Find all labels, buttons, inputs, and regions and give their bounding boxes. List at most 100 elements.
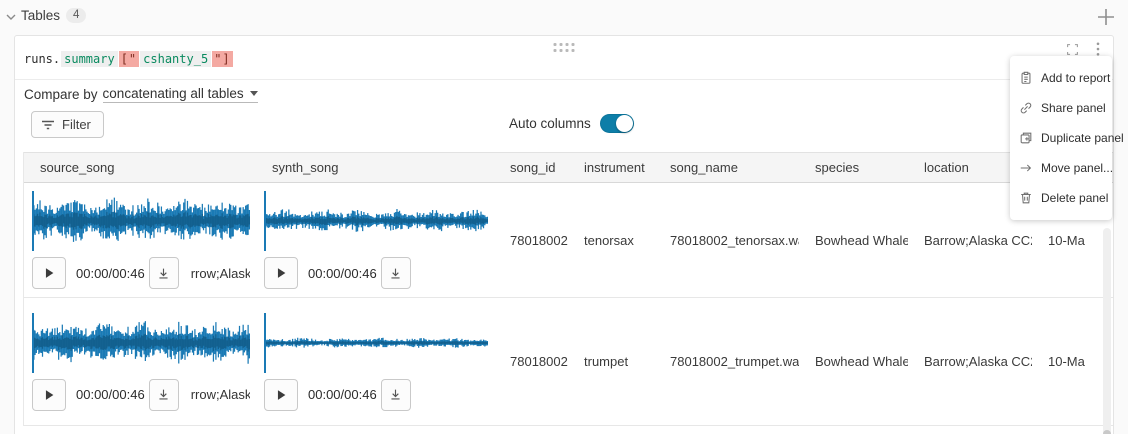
section-title[interactable]: Tables	[21, 8, 60, 23]
play-icon	[42, 266, 56, 280]
waveform[interactable]	[264, 313, 488, 373]
playback-cursor	[264, 191, 266, 251]
auto-columns-toggle[interactable]	[600, 114, 634, 133]
play-button[interactable]	[32, 257, 66, 289]
panel-count-badge: 4	[66, 8, 86, 23]
filter-label: Filter	[62, 117, 91, 132]
column-header-synth-song[interactable]: synth_song	[256, 153, 494, 182]
waveform-graphic	[32, 313, 250, 373]
cell-species: Bowhead Whale	[799, 183, 908, 297]
waveform-graphic	[32, 191, 250, 251]
compare-dropdown[interactable]: concatenating all tables	[103, 86, 258, 103]
audio-player-synth: 00:00/00:46	[256, 298, 494, 425]
column-header-song-id[interactable]: song_id	[494, 153, 568, 182]
query-string: cshanty_5	[140, 51, 211, 67]
toggle-knob	[616, 115, 633, 132]
filter-button[interactable]: Filter	[31, 111, 104, 138]
audio-player-source: 00:00/00:46 rrow;Alaska CC	[24, 183, 256, 297]
waveform-graphic	[264, 191, 488, 251]
workspace-section: Tables 4 runs.summary["cshanty_5"] Compa…	[0, 0, 1128, 434]
data-table: source_song synth_song song_id instrumen…	[23, 152, 1113, 426]
menu-item-label: Add to report	[1041, 71, 1110, 85]
audio-player-synth: 00:00/00:46	[256, 183, 494, 297]
download-icon	[389, 388, 402, 401]
audio-caption: rrow;Alaska CC	[191, 387, 250, 402]
cell-song-id: 78018002	[494, 183, 568, 297]
play-button[interactable]	[32, 379, 66, 411]
column-header-instrument[interactable]: instrument	[568, 153, 654, 182]
cell-location: Barrow;Alaska CC2A	[908, 298, 1032, 425]
column-header-source-song[interactable]: source_song	[24, 153, 256, 182]
compare-value: concatenating all tables	[103, 86, 244, 101]
menu-item-label: Delete panel	[1041, 191, 1108, 205]
download-button[interactable]	[381, 257, 411, 289]
kebab-icon	[1096, 42, 1100, 56]
divider	[15, 79, 1113, 80]
audio-time: 00:00/00:46	[76, 266, 145, 281]
table-header-row: source_song synth_song song_id instrumen…	[24, 152, 1113, 183]
table-row: 00:00/00:46 rrow;Alaska CC 00:00/00:46	[24, 298, 1113, 426]
compare-label: Compare by	[24, 87, 98, 102]
panel-query[interactable]: runs.summary["cshanty_5"]	[24, 51, 233, 67]
cell-song-name: 78018002_trumpet.wav	[654, 298, 799, 425]
cell-song-id: 78018002	[494, 298, 568, 425]
audio-caption: rrow;Alaska CC	[191, 266, 250, 281]
audio-controls: 00:00/00:46	[264, 257, 488, 289]
playback-cursor	[264, 313, 266, 373]
download-icon	[157, 388, 170, 401]
waveform[interactable]	[264, 191, 488, 251]
chevron-down-icon[interactable]	[5, 11, 17, 23]
waveform[interactable]	[32, 191, 250, 251]
drag-handle-icon[interactable]	[554, 43, 575, 52]
cell-instrument: trumpet	[568, 298, 654, 425]
menu-item-label: Move panel...	[1041, 161, 1113, 175]
download-button[interactable]	[149, 379, 179, 411]
cell-instrument: tenorsax	[568, 183, 654, 297]
menu-item-move-panel[interactable]: Move panel...	[1010, 153, 1112, 183]
menu-item-duplicate-panel[interactable]: Duplicate panel	[1010, 123, 1112, 153]
scrollbar-thumb[interactable]	[1103, 430, 1111, 434]
menu-item-share-panel[interactable]: Share panel	[1010, 93, 1112, 123]
menu-item-label: Duplicate panel	[1041, 131, 1124, 145]
fullscreen-icon	[1066, 43, 1079, 56]
query-keyword: summary	[61, 51, 118, 67]
audio-time: 00:00/00:46	[76, 387, 145, 402]
audio-controls: 00:00/00:46 rrow;Alaska CC	[32, 379, 250, 411]
caret-down-icon	[250, 91, 258, 96]
menu-item-delete-panel[interactable]: Delete panel	[1010, 183, 1112, 213]
audio-player-source: 00:00/00:46 rrow;Alaska CC	[24, 298, 256, 425]
cell-song-name: 78018002_tenorsax.wav	[654, 183, 799, 297]
share-icon	[1019, 101, 1033, 115]
playback-cursor	[32, 191, 34, 251]
report-icon	[1019, 71, 1033, 85]
move-icon	[1019, 161, 1033, 175]
compare-row: Compare by concatenating all tables	[24, 86, 258, 103]
play-button[interactable]	[264, 257, 298, 289]
cell-date: 10-Ma	[1032, 298, 1113, 425]
download-button[interactable]	[149, 257, 179, 289]
tables-panel: runs.summary["cshanty_5"] Compare by con…	[14, 35, 1114, 434]
table-row: 00:00/00:46 rrow;Alaska CC 00:00/00:46	[24, 183, 1113, 298]
audio-controls: 00:00/00:46	[264, 379, 488, 411]
add-panel-button[interactable]	[1094, 5, 1118, 29]
audio-time: 00:00/00:46	[308, 387, 377, 402]
duplicate-icon	[1019, 131, 1033, 145]
section-header: Tables 4	[0, 0, 1128, 34]
trash-icon	[1019, 191, 1033, 205]
menu-item-label: Share panel	[1041, 101, 1106, 115]
play-button[interactable]	[264, 379, 298, 411]
waveform-graphic	[264, 313, 488, 373]
download-button[interactable]	[381, 379, 411, 411]
column-header-song-name[interactable]: song_name	[654, 153, 799, 182]
column-header-species[interactable]: species	[799, 153, 908, 182]
table-scrollbar[interactable]	[1103, 228, 1111, 434]
waveform[interactable]	[32, 313, 250, 373]
playback-cursor	[32, 313, 34, 373]
play-icon	[274, 266, 288, 280]
play-icon	[274, 388, 288, 402]
download-icon	[157, 267, 170, 280]
audio-time: 00:00/00:46	[308, 266, 377, 281]
auto-columns-label: Auto columns	[509, 116, 591, 131]
download-icon	[389, 267, 402, 280]
menu-item-add-to-report[interactable]: Add to report	[1010, 63, 1112, 93]
